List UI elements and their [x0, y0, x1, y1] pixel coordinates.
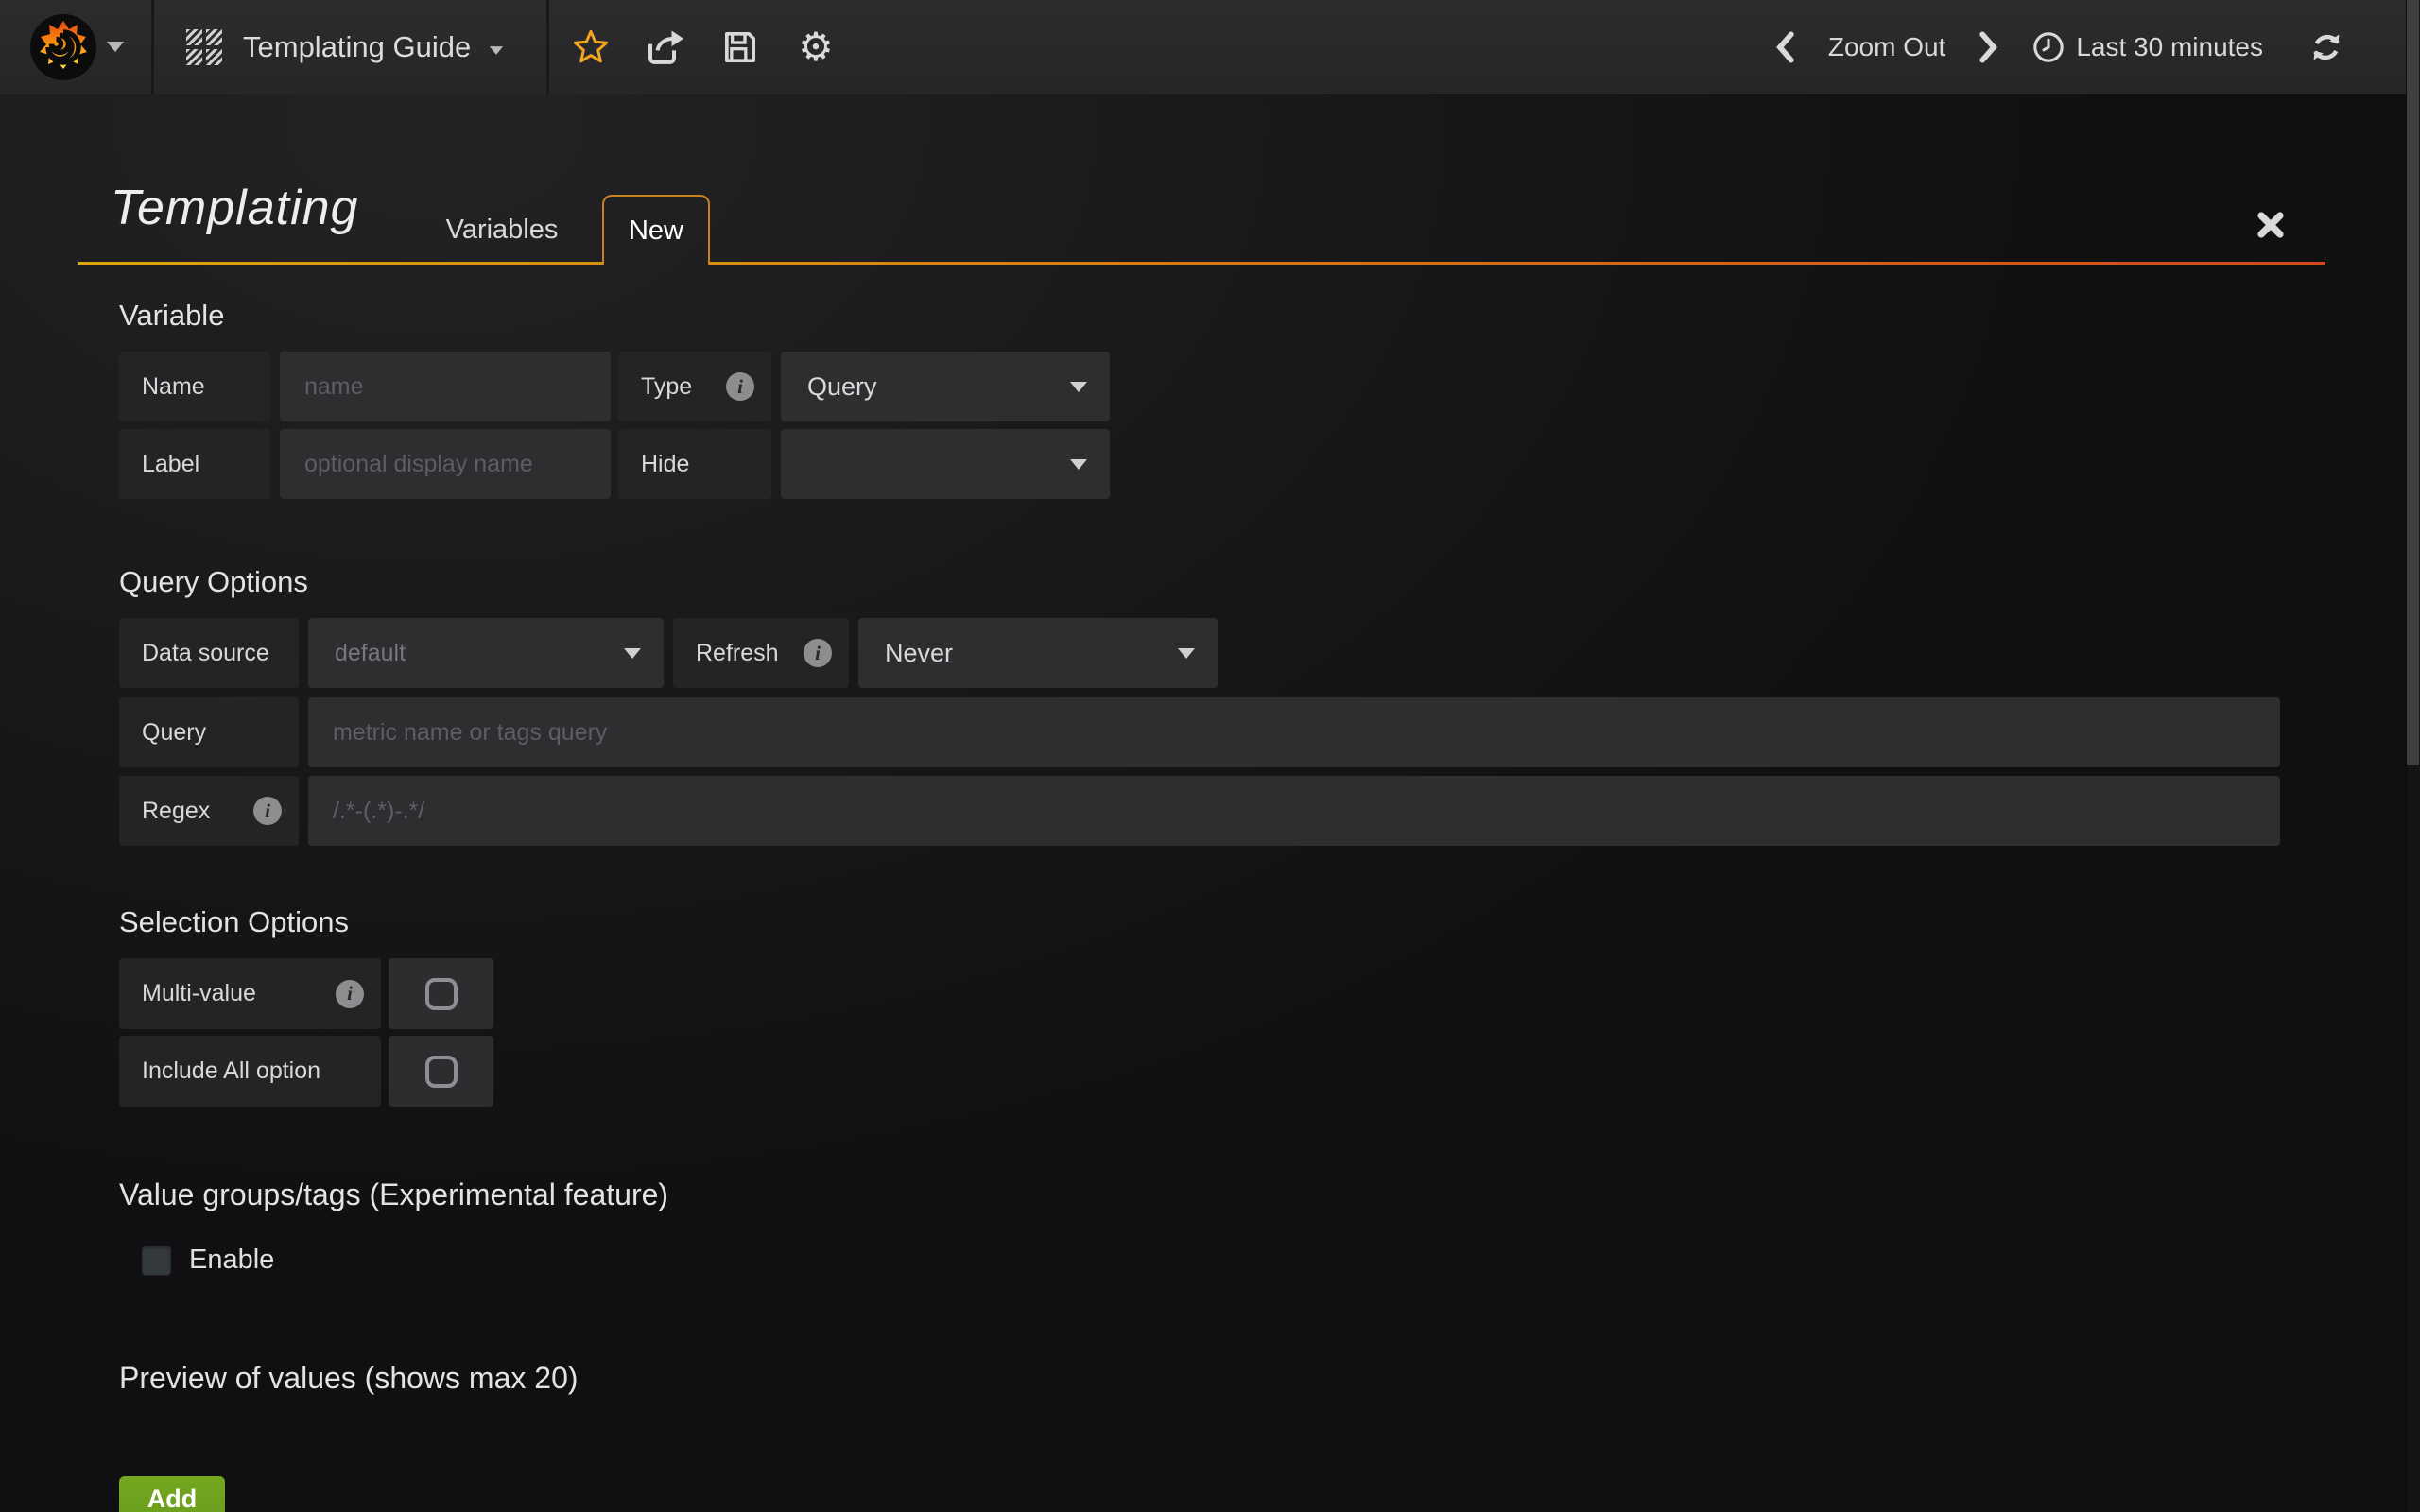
add-button[interactable]: Add	[119, 1476, 225, 1512]
chevron-left-icon	[1773, 31, 1796, 63]
hide-select[interactable]	[781, 429, 1110, 499]
org-switcher-caret-icon[interactable]	[107, 42, 124, 52]
time-shift-back-button[interactable]	[1773, 31, 1796, 63]
refresh-icon	[2308, 29, 2344, 65]
type-label: Type i	[618, 352, 771, 421]
include-all-checkbox[interactable]	[389, 1036, 493, 1107]
chevron-down-icon	[1070, 382, 1087, 392]
page-scrollbar-thumb[interactable]	[2407, 0, 2419, 765]
dashboard-caret-icon	[490, 46, 503, 55]
chevron-down-icon	[1070, 459, 1087, 470]
tab-underline-left	[78, 262, 602, 265]
variable-section-heading: Variable	[119, 299, 224, 333]
label-input[interactable]	[280, 429, 611, 499]
close-icon	[2255, 209, 2287, 241]
hide-label: Hide	[618, 429, 771, 499]
selection-options-heading: Selection Options	[119, 905, 349, 939]
name-input[interactable]	[280, 352, 611, 421]
type-info-icon[interactable]: i	[726, 372, 754, 401]
refresh-label: Refresh i	[673, 618, 849, 688]
clock-icon	[2032, 31, 2065, 63]
multi-value-info-icon[interactable]: i	[336, 980, 364, 1008]
dashboard-picker[interactable]: Templating Guide	[163, 0, 505, 94]
chevron-down-icon	[1178, 648, 1195, 659]
regex-info-icon[interactable]: i	[253, 797, 282, 825]
include-all-label: Include All option	[119, 1036, 381, 1107]
tab-new[interactable]: New	[602, 195, 710, 265]
preview-heading: Preview of values (shows max 20)	[119, 1361, 579, 1396]
time-shift-forward-button[interactable]	[1978, 31, 2000, 63]
tab-underline-right	[710, 262, 2325, 265]
tab-variables[interactable]: Variables	[431, 195, 573, 265]
navbar-divider	[546, 0, 549, 94]
refresh-button[interactable]	[2308, 29, 2344, 65]
regex-input[interactable]	[308, 776, 2280, 846]
page-title: Templating	[111, 180, 358, 236]
checkbox-unchecked-icon	[425, 1056, 458, 1088]
top-navbar: Templating Guide ⚙	[0, 0, 2420, 94]
save-dashboard-button[interactable]	[707, 0, 773, 94]
navbar-divider	[151, 0, 154, 94]
dashboard-settings-button[interactable]: ⚙	[783, 0, 849, 94]
navbar-right-controls: Zoom Out Last 30 minutes	[1773, 0, 2344, 94]
share-dashboard-button[interactable]	[631, 0, 698, 94]
query-options-heading: Query Options	[119, 565, 308, 599]
refresh-info-icon[interactable]: i	[804, 639, 832, 667]
query-label: Query	[119, 697, 299, 767]
time-range-label: Last 30 minutes	[2076, 32, 2263, 62]
close-editor-button[interactable]	[2250, 204, 2291, 246]
type-select[interactable]: Query	[781, 352, 1110, 421]
checkbox-unchecked-icon	[425, 978, 458, 1010]
multi-value-checkbox[interactable]	[389, 958, 493, 1029]
grafana-logo[interactable]	[28, 12, 98, 82]
refresh-select[interactable]: Never	[858, 618, 1218, 688]
star-icon	[571, 27, 611, 67]
value-groups-heading: Value groups/tags (Experimental feature)	[119, 1177, 668, 1212]
query-input[interactable]	[308, 697, 2280, 767]
enable-label: Enable	[189, 1246, 274, 1275]
save-icon	[721, 28, 759, 66]
share-icon	[644, 28, 685, 66]
datasource-label: Data source	[119, 618, 299, 688]
chevron-right-icon	[1978, 31, 2000, 63]
grafana-logo-icon	[28, 12, 98, 82]
grafana-screen: Templating Guide ⚙	[0, 0, 2420, 1512]
page-scrollbar-track[interactable]	[2406, 0, 2420, 1512]
star-dashboard-button[interactable]	[558, 0, 624, 94]
gear-icon: ⚙	[798, 27, 834, 67]
time-range-picker[interactable]: Last 30 minutes	[2032, 31, 2263, 63]
label-label: Label	[119, 429, 270, 499]
dashboard-grid-icon	[186, 29, 222, 65]
zoom-out-button[interactable]: Zoom Out	[1828, 32, 1945, 62]
name-label: Name	[119, 352, 270, 421]
dashboard-title: Templating Guide	[243, 30, 471, 64]
datasource-select[interactable]: default	[308, 618, 664, 688]
multi-value-label: Multi-value i	[119, 958, 381, 1029]
enable-checkbox[interactable]	[142, 1246, 171, 1275]
chevron-down-icon	[624, 648, 641, 659]
regex-label: Regex i	[119, 776, 299, 846]
